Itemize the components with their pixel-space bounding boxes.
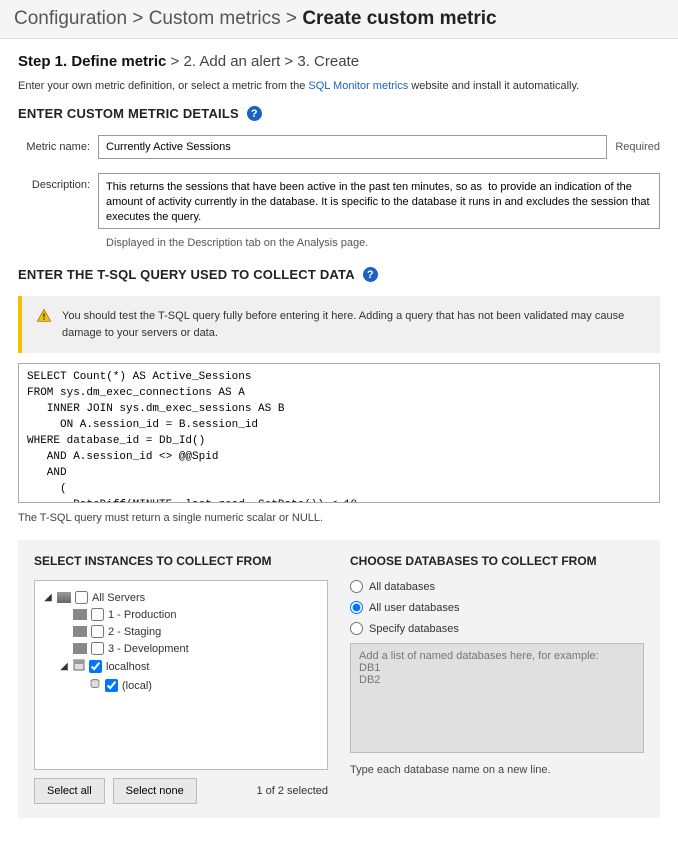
tsql-code-input[interactable] <box>18 363 660 503</box>
tree-checkbox[interactable] <box>105 679 118 692</box>
tree-row-root: ◢ All Servers <box>43 589 319 606</box>
metric-name-label: Metric name: <box>18 135 98 153</box>
tree-checkbox[interactable] <box>91 625 104 638</box>
server-icon <box>73 659 85 674</box>
tree-row: 2 - Staging <box>43 623 319 640</box>
metric-name-input[interactable] <box>98 135 607 159</box>
selection-count: 1 of 2 selected <box>256 785 328 797</box>
select-none-button[interactable]: Select none <box>113 778 197 804</box>
breadcrumb-part[interactable]: Custom metrics <box>149 8 281 29</box>
breadcrumb: Configuration > Custom metrics > Create … <box>0 0 678 39</box>
section-heading-tsql: ENTER THE T-SQL QUERY USED TO COLLECT DA… <box>18 267 660 282</box>
instances-tree[interactable]: ◢ All Servers 1 - Production 2 - Staging <box>34 580 328 770</box>
select-all-button[interactable]: Select all <box>34 778 105 804</box>
db-option-user[interactable]: All user databases <box>350 601 644 614</box>
db-radio-user[interactable] <box>350 601 363 614</box>
server-group-icon <box>57 592 71 603</box>
tree-row: (local) <box>43 676 319 695</box>
db-option-all[interactable]: All databases <box>350 580 644 593</box>
warning-box: You should test the T-SQL query fully be… <box>18 296 660 353</box>
databases-heading: CHOOSE DATABASES TO COLLECT FROM <box>350 554 644 568</box>
collapse-icon[interactable]: ◢ <box>43 592 53 603</box>
wizard-step-2[interactable]: 2. Add an alert <box>184 53 281 70</box>
help-icon[interactable]: ? <box>247 106 262 121</box>
tree-row: 3 - Development <box>43 640 319 657</box>
server-group-icon <box>73 643 87 654</box>
database-icon <box>89 678 101 693</box>
warning-text: You should test the T-SQL query fully be… <box>62 308 646 341</box>
tree-checkbox[interactable] <box>91 608 104 621</box>
wizard-steps: Step 1. Define metric > 2. Add an alert … <box>18 53 660 70</box>
db-names-input <box>350 643 644 753</box>
db-option-specify[interactable]: Specify databases <box>350 622 644 635</box>
server-group-icon <box>73 609 87 620</box>
description-input[interactable] <box>98 173 660 229</box>
metrics-site-link[interactable]: SQL Monitor metrics <box>308 80 408 92</box>
required-label: Required <box>615 141 660 153</box>
db-names-hint: Type each database name on a new line. <box>350 764 644 776</box>
help-icon[interactable]: ? <box>363 267 378 282</box>
tree-checkbox[interactable] <box>75 591 88 604</box>
collapse-icon[interactable]: ◢ <box>59 661 69 672</box>
wizard-step-1: Step 1. Define metric <box>18 53 166 70</box>
breadcrumb-part[interactable]: Configuration <box>14 8 127 29</box>
tree-checkbox[interactable] <box>91 642 104 655</box>
db-radio-all[interactable] <box>350 580 363 593</box>
description-label: Description: <box>18 173 98 191</box>
tree-row: 1 - Production <box>43 606 319 623</box>
tsql-hint: The T-SQL query must return a single num… <box>18 512 660 524</box>
tree-row: ◢ localhost <box>43 657 319 676</box>
db-radio-specify[interactable] <box>350 622 363 635</box>
wizard-step-3[interactable]: 3. Create <box>297 53 359 70</box>
warning-icon <box>36 308 52 330</box>
server-group-icon <box>73 626 87 637</box>
tree-checkbox[interactable] <box>89 660 102 673</box>
breadcrumb-current: Create custom metric <box>302 8 496 29</box>
intro-text: Enter your own metric definition, or sel… <box>18 80 660 92</box>
section-heading-details: ENTER CUSTOM METRIC DETAILS ? <box>18 106 660 121</box>
description-hint: Displayed in the Description tab on the … <box>106 237 660 249</box>
instances-heading: SELECT INSTANCES TO COLLECT FROM <box>34 554 328 568</box>
